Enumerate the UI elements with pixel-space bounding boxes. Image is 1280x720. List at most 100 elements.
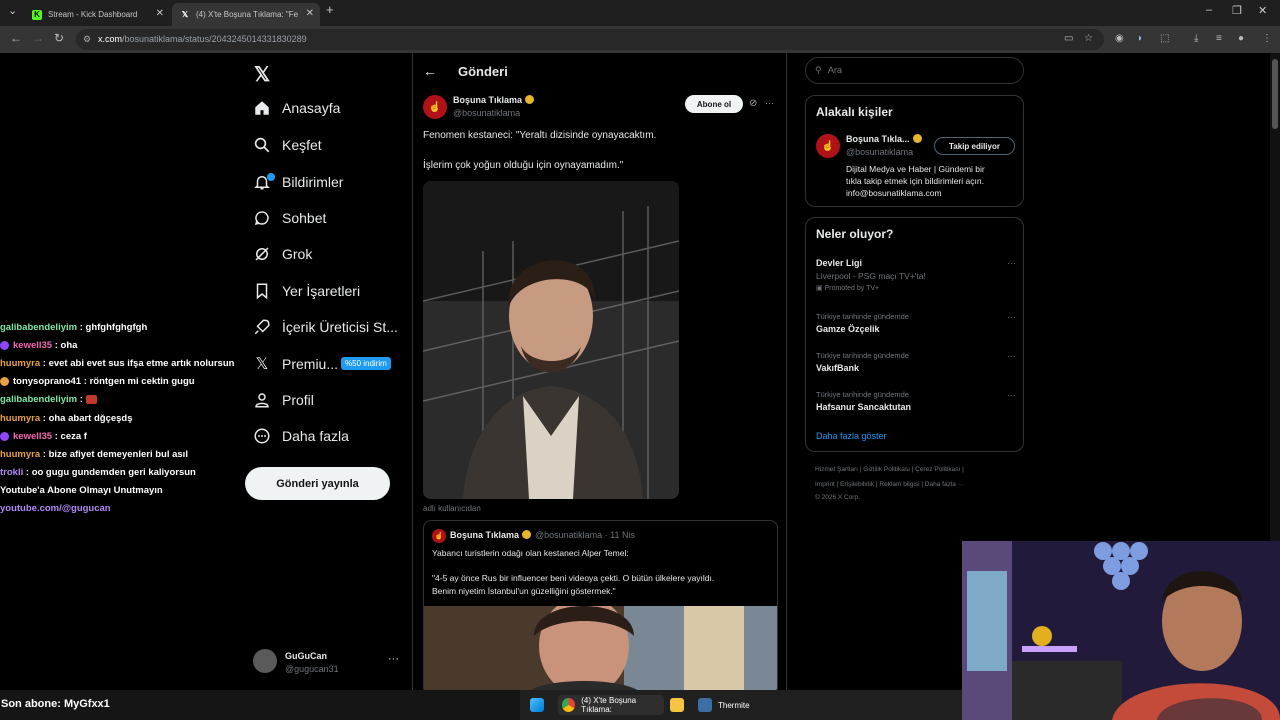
nav-label: Sohbet: [282, 210, 327, 226]
footer-links[interactable]: Imprint | Erişilebilirlik | Reklam bilgi…: [815, 481, 964, 488]
post-button[interactable]: Gönderi yayınla: [245, 467, 390, 500]
nav-home[interactable]: Anasayfa: [253, 95, 340, 121]
account-handle: @gugucan31: [285, 664, 339, 674]
bookmark-star-icon[interactable]: ☆: [1084, 33, 1093, 44]
related-avatar[interactable]: ☝: [816, 134, 840, 158]
chat-username: kewell35: [13, 339, 53, 351]
account-name: GuGuCan: [285, 651, 327, 661]
menu-icon[interactable]: ⋮: [1262, 33, 1272, 44]
media-icon[interactable]: ≡: [1216, 33, 1222, 44]
url-input[interactable]: ⚙ x.com/bosunatiklama/status/20432450143…: [76, 29, 1104, 50]
rocket-icon: [253, 318, 271, 336]
profile-avatar-icon[interactable]: ●: [1238, 33, 1244, 44]
nav-chat[interactable]: Sohbet: [253, 205, 326, 231]
emote-icon: [85, 395, 97, 405]
scrollbar-thumb[interactable]: [1272, 59, 1278, 129]
nav-notifications[interactable]: Bildirimler: [253, 169, 343, 195]
nav-more[interactable]: Daha fazla: [253, 423, 349, 449]
more-dots-icon[interactable]: ···: [388, 653, 399, 665]
related-handle[interactable]: @bosunatiklama: [846, 147, 913, 157]
show-more-link[interactable]: Daha fazla göster: [816, 431, 887, 441]
taskbar-chrome[interactable]: (4) X'te Boşuna Tıklama:: [558, 695, 664, 715]
chat-username: trokli: [0, 467, 24, 479]
close-icon[interactable]: ✕: [156, 8, 164, 19]
chat-message: kewell35 : ceza f: [0, 427, 255, 445]
subscribe-button[interactable]: Abone ol: [685, 95, 743, 113]
webcam-frame: [962, 541, 1280, 720]
more-dots-icon[interactable]: ···: [1007, 312, 1016, 322]
grok-icon[interactable]: ⊘: [749, 98, 757, 109]
nav-label: Bildirimler: [282, 174, 344, 190]
back-icon[interactable]: ←: [10, 31, 22, 45]
search-input[interactable]: ⚲ Ara: [805, 57, 1024, 84]
nav-profile[interactable]: Profil: [253, 387, 314, 413]
chat-text: ceza f: [60, 430, 87, 442]
quoted-media: [424, 596, 777, 690]
nav-creator-studio[interactable]: İçerik Üreticisi St...: [253, 314, 398, 340]
more-dots-icon[interactable]: ···: [765, 98, 774, 108]
search-placeholder: Ara: [828, 65, 843, 75]
nav-label: Daha fazla: [282, 428, 349, 444]
tab-kick-dashboard[interactable]: K Stream - Kick Dashboard ✕: [24, 3, 170, 26]
taskbar-label: Thermite: [718, 700, 750, 710]
minimize-button[interactable]: –: [1206, 4, 1212, 16]
nav-bookmarks[interactable]: Yer İşaretleri: [253, 278, 360, 304]
install-icon[interactable]: ▭: [1064, 33, 1073, 44]
footer-links[interactable]: Hizmet Şartları | Gizlilik Politikası | …: [815, 466, 964, 473]
more-dots-icon[interactable]: ···: [1007, 390, 1016, 400]
quoted-post[interactable]: ☝ Boşuna Tıklama @bosunatiklama · 11 Nis…: [423, 520, 778, 690]
tab-list-icon[interactable]: ⌄: [8, 4, 17, 17]
close-icon[interactable]: ✕: [306, 8, 314, 19]
taskbar-explorer[interactable]: [670, 695, 690, 715]
chat-icon: [253, 209, 271, 227]
verified-badge-icon: [912, 134, 922, 143]
post-video[interactable]: [423, 181, 679, 499]
trend-item[interactable]: Türkiye tarihinde gündemde Gamze Özçelik…: [816, 312, 1016, 334]
trend-name: Gamze Özçelik: [816, 324, 880, 334]
taskbar-label: (4) X'te Boşuna Tıklama:: [581, 696, 637, 714]
nav-premium[interactable]: 𝕏 Premiu... %50 indirim: [253, 351, 413, 377]
nav-grok[interactable]: Grok: [253, 241, 312, 267]
search-icon: [253, 136, 271, 154]
more-dots-icon[interactable]: ···: [1007, 351, 1016, 361]
author-avatar[interactable]: ☝: [423, 95, 447, 119]
left-navigation: 𝕏 Anasayfa Keşfet Bildirimler Sohbet Gro…: [245, 53, 410, 690]
window-close-button[interactable]: ✕: [1258, 4, 1267, 17]
taskbar-thermite[interactable]: Thermite: [698, 695, 750, 715]
back-arrow-icon[interactable]: ←: [423, 63, 437, 79]
chat-text: ghfghfghgfgh: [85, 321, 148, 333]
trend-item[interactable]: Türkiye tarihinde gündemde VakıfBank ···: [816, 351, 1016, 373]
extensions-icon[interactable]: ⬚: [1160, 33, 1169, 44]
author-handle[interactable]: @bosunatiklama: [453, 108, 520, 118]
download-icon[interactable]: ⤓: [1194, 33, 1198, 44]
more-dots-icon[interactable]: ···: [1007, 258, 1016, 268]
video-frame: [423, 181, 679, 499]
panel-title: Neler oluyor?: [816, 227, 894, 241]
incognito-icon[interactable]: ◉: [1115, 33, 1124, 44]
thermite-icon: [698, 698, 712, 712]
chat-username: galibabendeliyim: [0, 321, 78, 333]
extension-icon[interactable]: ◗: [1137, 33, 1143, 44]
reload-icon[interactable]: ↻: [54, 31, 64, 45]
tab-x-post[interactable]: 𝕏 (4) X'te Boşuna Tıklama: "Fe ✕: [172, 3, 320, 26]
maximize-button[interactable]: ❐: [1232, 4, 1242, 17]
related-bio-link[interactable]: info@bosunatiklama.com: [846, 188, 942, 198]
trend-item[interactable]: Türkiye tarihinde gündemde Hafsanur Sanc…: [816, 390, 1016, 412]
forward-icon[interactable]: →: [32, 31, 44, 45]
chat-text: oha: [60, 339, 78, 351]
chat-username: huumyra: [0, 412, 41, 424]
account-switcher[interactable]: GuGuCan @gugucan31 ···: [253, 649, 403, 679]
start-button[interactable]: [530, 695, 550, 715]
nav-explore[interactable]: Keşfet: [253, 132, 322, 158]
site-info-icon[interactable]: ⚙: [83, 29, 91, 50]
verified-badge-icon: [522, 530, 532, 539]
x-logo-icon[interactable]: 𝕏: [254, 62, 270, 87]
quoted-text-line: "4-5 ay önce Rus bir influencer beni vid…: [432, 573, 715, 583]
trend-item[interactable]: Devler Ligi Liverpool - PSG maçı TV+'ta!…: [816, 258, 1016, 292]
trend-context: Türkiye tarihinde gündemde: [816, 351, 909, 360]
related-name[interactable]: Boşuna Tıkla...: [846, 134, 922, 144]
following-button[interactable]: Takip ediliyor: [934, 137, 1015, 155]
chat-text: oo gugu gundemden geri kaliyorsun: [31, 467, 196, 479]
new-tab-button[interactable]: +: [326, 2, 334, 17]
author-name[interactable]: Boşuna Tıklama: [453, 95, 535, 105]
